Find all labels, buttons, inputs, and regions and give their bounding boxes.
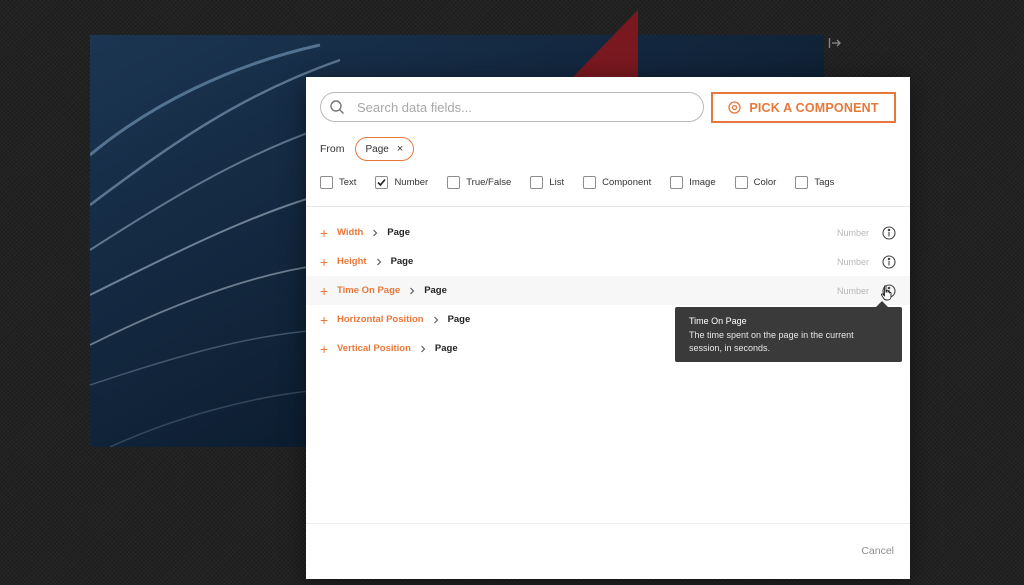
field-path: Page xyxy=(447,314,471,325)
filter-image[interactable]: Image xyxy=(670,176,716,189)
plus-icon[interactable]: + xyxy=(320,255,328,269)
checkbox[interactable] xyxy=(670,176,684,189)
field-row-width[interactable]: + Width Page Number xyxy=(306,218,910,247)
pick-component-label: PICK A COMPONENT xyxy=(749,100,879,115)
filter-tags[interactable]: Tags xyxy=(795,176,834,189)
filter-label: Color xyxy=(753,177,777,188)
field-path: Page xyxy=(434,343,458,354)
checkbox[interactable] xyxy=(734,176,748,189)
filter-label: True/False xyxy=(466,177,512,188)
checkbox[interactable] xyxy=(447,176,461,189)
filter-label: Text xyxy=(339,177,357,188)
field-name-group: Height Page xyxy=(337,256,413,267)
field-path: Page xyxy=(390,256,414,267)
page-chip-label: Page xyxy=(365,143,389,155)
chevron-right-icon xyxy=(433,316,438,323)
checkbox[interactable] xyxy=(795,176,809,189)
from-row: From Page × xyxy=(320,137,415,161)
field-row-time-on-page[interactable]: + Time On Page Page Number xyxy=(306,276,910,305)
filter-label: Tags xyxy=(814,177,835,188)
close-icon[interactable]: × xyxy=(397,143,403,155)
info-icon[interactable] xyxy=(882,254,896,269)
cancel-button[interactable]: Cancel xyxy=(861,545,894,557)
chevron-right-icon xyxy=(421,345,426,352)
pick-component-button[interactable]: PICK A COMPONENT xyxy=(711,92,896,123)
field-path: Page xyxy=(424,285,447,296)
checkbox[interactable] xyxy=(583,176,597,189)
filter-label: Number xyxy=(394,177,429,188)
checkbox-checked[interactable] xyxy=(375,176,389,189)
info-tooltip: Time On Page The time spent on the page … xyxy=(675,301,902,362)
search-input[interactable] xyxy=(357,99,677,115)
hand-cursor-icon xyxy=(881,285,892,301)
field-name-group: Width Page xyxy=(337,227,410,238)
from-label: From xyxy=(320,143,345,155)
filter-true-false[interactable]: True/False xyxy=(447,176,511,189)
chevron-right-icon xyxy=(410,287,415,294)
filter-list[interactable]: List xyxy=(530,176,564,189)
plus-icon[interactable]: + xyxy=(320,342,328,356)
plus-icon[interactable]: + xyxy=(320,284,328,298)
field-name: Vertical Position xyxy=(337,343,411,354)
field-name-group: Time On Page Page xyxy=(337,285,447,296)
checkmark-icon xyxy=(377,178,387,187)
exit-icon[interactable] xyxy=(828,36,842,50)
filter-component[interactable]: Component xyxy=(583,176,651,189)
filter-label: List xyxy=(549,177,565,188)
target-icon xyxy=(728,101,741,114)
filter-text[interactable]: Text xyxy=(320,176,356,189)
page-chip[interactable]: Page × xyxy=(354,137,415,161)
plus-icon[interactable]: + xyxy=(320,313,328,327)
field-name: Horizontal Position xyxy=(337,314,424,325)
data-field-picker-modal: PICK A COMPONENT From Page × Text Number… xyxy=(306,77,910,579)
tooltip-title: Time On Page xyxy=(689,316,747,326)
field-type: Number xyxy=(836,256,869,267)
field-path: Page xyxy=(387,227,411,238)
filter-label: Component xyxy=(602,177,652,188)
type-filters: Text Number True/False List Component Im… xyxy=(320,176,853,189)
checkbox[interactable] xyxy=(530,176,544,189)
field-name-group: Horizontal Position Page xyxy=(337,314,470,325)
filter-label: Image xyxy=(689,177,716,188)
info-icon[interactable] xyxy=(882,225,896,240)
search-box[interactable] xyxy=(320,92,704,122)
red-decorative-shape xyxy=(570,10,638,80)
search-icon xyxy=(330,100,344,114)
field-name: Height xyxy=(337,256,367,267)
chevron-right-icon xyxy=(373,229,378,236)
field-name: Width xyxy=(337,227,364,238)
field-row-height[interactable]: + Height Page Number xyxy=(306,247,910,276)
field-name-group: Vertical Position Page xyxy=(337,343,458,354)
footer-divider xyxy=(306,523,910,524)
chevron-right-icon xyxy=(376,258,381,265)
divider xyxy=(306,206,910,207)
filter-number[interactable]: Number xyxy=(375,176,428,189)
field-name: Time On Page xyxy=(337,285,401,296)
plus-icon[interactable]: + xyxy=(320,226,328,240)
field-type: Number xyxy=(836,227,869,238)
checkbox[interactable] xyxy=(320,176,333,189)
filter-color[interactable]: Color xyxy=(734,176,777,189)
tooltip-body: The time spent on the page in the curren… xyxy=(689,330,854,353)
field-type: Number xyxy=(836,285,869,296)
